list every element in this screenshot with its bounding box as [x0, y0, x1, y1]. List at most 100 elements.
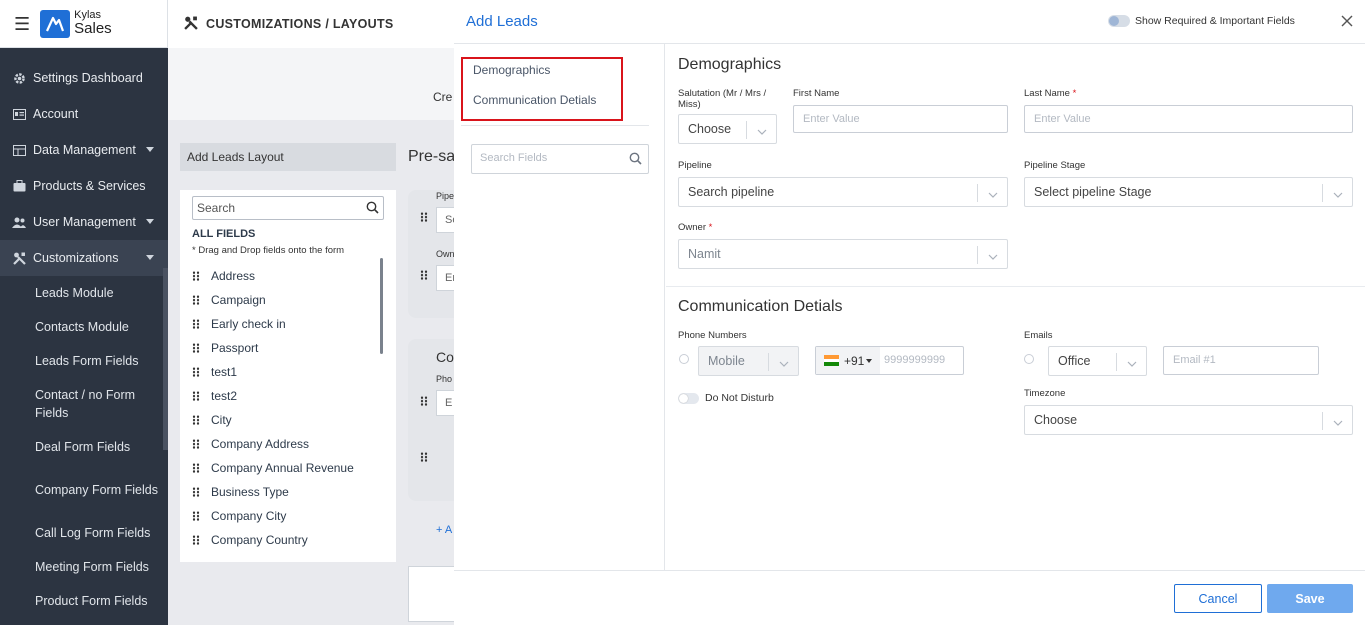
- field-item[interactable]: test1: [192, 360, 372, 384]
- fields-list: Address Campaign Early check in Passport…: [192, 264, 372, 552]
- drag-handle-icon[interactable]: [420, 396, 428, 406]
- phone-type-select[interactable]: Mobile: [698, 346, 799, 376]
- drag-handle-icon[interactable]: [192, 391, 200, 401]
- close-icon[interactable]: [1340, 14, 1354, 28]
- last-name-input[interactable]: Enter Value: [1024, 105, 1353, 133]
- sidebar-item-settings-dashboard[interactable]: Settings Dashboard: [0, 60, 168, 96]
- sidebar-item-data-management[interactable]: Data Management: [0, 132, 168, 168]
- pipeline-select[interactable]: Search pipeline: [678, 177, 1008, 207]
- last-name-label-text: Last Name: [1024, 88, 1070, 99]
- background-field-input[interactable]: En: [436, 265, 454, 291]
- drag-handle-icon[interactable]: [192, 415, 200, 425]
- section-link-demographics[interactable]: Demographics: [473, 63, 550, 77]
- field-item[interactable]: Passport: [192, 336, 372, 360]
- fields-search-input[interactable]: Search: [192, 196, 384, 220]
- first-name-input[interactable]: Enter Value: [793, 105, 1008, 133]
- drag-handle-icon[interactable]: [192, 367, 200, 377]
- phone-number-input[interactable]: +91 9999999999: [815, 346, 964, 375]
- drag-drop-hint: * Drag and Drop fields onto the form: [192, 245, 345, 256]
- drag-handle-icon[interactable]: [192, 343, 200, 353]
- hamburger-menu-icon[interactable]: ☰: [14, 15, 30, 33]
- required-fields-toggle[interactable]: Show Required & Important Fields: [1108, 15, 1295, 27]
- drag-handle-icon[interactable]: [192, 487, 200, 497]
- field-item[interactable]: Address: [192, 264, 372, 288]
- sidebar-subitem-leads-form-fields[interactable]: Leads Form Fields: [0, 344, 168, 378]
- drag-handle-icon[interactable]: [420, 270, 428, 280]
- drag-handle-icon[interactable]: [420, 212, 428, 222]
- sidebar-subitem-meeting-form-fields[interactable]: Meeting Form Fields: [0, 550, 168, 584]
- field-item[interactable]: Company Annual Revenue: [192, 456, 372, 480]
- caret-down-icon: [866, 358, 873, 363]
- drag-handle-icon[interactable]: [420, 452, 428, 462]
- layout-tab-add-leads[interactable]: Add Leads Layout: [180, 143, 396, 171]
- owner-select[interactable]: Namit: [678, 239, 1008, 269]
- field-item[interactable]: test2: [192, 384, 372, 408]
- sidebar-item-customizations[interactable]: Customizations: [0, 240, 168, 276]
- section-divider: [666, 286, 1365, 287]
- sidebar-subitem-leads-module[interactable]: Leads Module: [0, 276, 168, 310]
- field-item[interactable]: Business Type: [192, 480, 372, 504]
- select-separator: [1322, 412, 1323, 430]
- toggle-switch[interactable]: [1108, 15, 1130, 27]
- email-input[interactable]: Email #1: [1163, 346, 1319, 375]
- timezone-select[interactable]: Choose: [1024, 405, 1353, 435]
- salutation-select[interactable]: Choose: [678, 114, 777, 144]
- email-primary-radio[interactable]: [1024, 354, 1034, 364]
- phone-type-value: Mobile: [708, 354, 745, 368]
- field-label: Company Address: [211, 437, 310, 451]
- do-not-disturb-toggle[interactable]: Do Not Disturb: [678, 392, 774, 404]
- field-label: Passport: [211, 341, 259, 355]
- sidebar-item-account[interactable]: Account: [0, 96, 168, 132]
- sidebar-subitem-contacts-module[interactable]: Contacts Module: [0, 310, 168, 344]
- briefcase-icon: [12, 179, 26, 193]
- required-asterisk: *: [1072, 88, 1077, 99]
- sidebar-subitem-deal-form-fields[interactable]: Deal Form Fields: [0, 430, 168, 464]
- sidebar-item-label: User Management: [33, 215, 136, 229]
- field-item[interactable]: Company Country: [192, 528, 372, 552]
- field-item[interactable]: Early check in: [192, 312, 372, 336]
- select-separator: [768, 353, 769, 371]
- field-item[interactable]: City: [192, 408, 372, 432]
- section-link-communication[interactable]: Communication Detials: [473, 93, 596, 107]
- drag-handle-icon[interactable]: [192, 463, 200, 473]
- fields-scrollbar[interactable]: [380, 258, 383, 354]
- sidebar-item-user-management[interactable]: User Management: [0, 204, 168, 240]
- sidebar-subitem-call-log-form-fields[interactable]: Call Log Form Fields: [0, 516, 168, 550]
- sidebar-item-products-services[interactable]: Products & Services: [0, 168, 168, 204]
- cancel-button[interactable]: Cancel: [1174, 584, 1262, 613]
- save-button[interactable]: Save: [1267, 584, 1353, 613]
- sidebar-subitem-company-form-fields[interactable]: Company Form Fields: [0, 464, 168, 516]
- drag-handle-icon[interactable]: [192, 535, 200, 545]
- background-presales-title: Pre-sa: [408, 148, 456, 165]
- toggle-knob: [679, 393, 688, 403]
- salutation-value: Choose: [688, 122, 732, 136]
- background-create-text: Cre: [433, 90, 453, 104]
- drag-handle-icon[interactable]: [192, 271, 200, 281]
- sidebar-scrollbar[interactable]: [163, 268, 168, 450]
- last-name-placeholder: Enter Value: [1034, 113, 1091, 125]
- background-field-input[interactable]: Se: [436, 207, 454, 233]
- sidebar-subitem-product-form-fields[interactable]: Product Form Fields: [0, 584, 168, 618]
- modal-form: Demographics Salutation (Mr / Mrs / Miss…: [666, 44, 1365, 570]
- background-field-input[interactable]: E: [436, 390, 454, 416]
- field-item[interactable]: Campaign: [192, 288, 372, 312]
- drag-handle-icon[interactable]: [192, 511, 200, 521]
- users-icon: [12, 215, 26, 229]
- email-placeholder: Email #1: [1173, 354, 1216, 366]
- country-code-select[interactable]: +91: [816, 347, 880, 374]
- chevron-down-icon: [988, 188, 998, 198]
- sidebar-subitem-contact-form-fields[interactable]: Contact / no Form Fields: [0, 378, 168, 430]
- drag-handle-icon[interactable]: [192, 319, 200, 329]
- search-fields-input[interactable]: Search Fields: [471, 144, 649, 174]
- field-item[interactable]: Company City: [192, 504, 372, 528]
- email-type-select[interactable]: Office: [1048, 346, 1147, 376]
- chevron-down-icon: [146, 255, 154, 260]
- drag-handle-icon[interactable]: [192, 295, 200, 305]
- toggle-switch[interactable]: [678, 392, 699, 404]
- add-section-link[interactable]: + A: [436, 524, 454, 536]
- drag-handle-icon[interactable]: [192, 439, 200, 449]
- field-item[interactable]: Company Address: [192, 432, 372, 456]
- phone-primary-radio[interactable]: [679, 354, 689, 364]
- select-separator: [1322, 184, 1323, 202]
- pipeline-stage-select[interactable]: Select pipeline Stage: [1024, 177, 1353, 207]
